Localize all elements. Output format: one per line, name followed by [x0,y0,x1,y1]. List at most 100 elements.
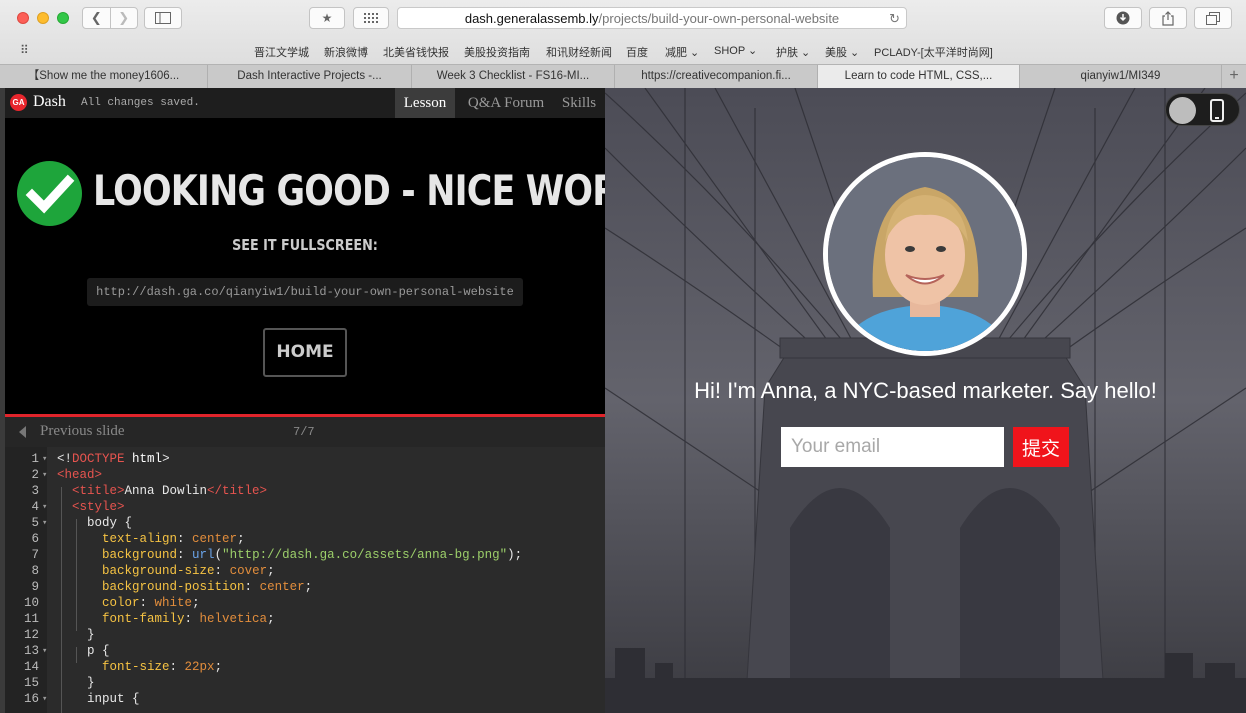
device-view-toggle[interactable] [1165,93,1240,126]
browser-tab[interactable]: Dash Interactive Projects -... [208,65,412,88]
star-icon: ★ [321,11,333,25]
previous-arrow-icon[interactable] [19,426,26,438]
minimize-window-button[interactable] [37,12,49,24]
bookmark-item[interactable]: 百度 [626,44,648,60]
code-line[interactable]: 2 ▾ <head> [5,467,605,483]
code-line[interactable]: 1 ▾ <!DOCTYPE html> [5,451,605,467]
bookmark-item[interactable]: 新浪微博 [324,44,368,60]
code-text: <style> [72,500,125,514]
previous-slide-button[interactable]: Previous slide [40,423,125,440]
bookmark-folder[interactable]: 护肤 ⌄ [776,44,810,60]
dash-header: GA Dash All changes saved. Lesson Q&A Fo… [5,88,605,118]
line-number: 10 [23,596,39,610]
browser-tab[interactable]: Week 3 Checklist - FS16-MI... [412,65,615,88]
tab-lesson[interactable]: Lesson [395,88,455,118]
top-sites-button[interactable] [353,7,389,29]
code-line[interactable]: 14 font-size: 22px; [5,659,605,675]
line-number: 5 [31,516,39,530]
code-line[interactable]: 3 <title>Anna Dowlin</title> [5,483,605,499]
code-line[interactable]: 4 ▾ <style> [5,499,605,515]
submit-button[interactable]: 提交 [1013,427,1069,467]
code-line[interactable]: 15 } [5,675,605,691]
code-line[interactable]: 10 color: white; [5,595,605,611]
browser-chrome: ❮ ❯ ★ dash.generalassemb.ly/projects/bui… [0,0,1246,88]
browser-tab[interactable]: qianyiw1/MI349 [1020,65,1222,88]
line-number: 3 [31,484,39,498]
bookmark-folder[interactable]: 美股 ⌄ [825,44,859,60]
line-number: 15 [23,676,39,690]
browser-tab[interactable]: 【Show me the money1606... [0,65,208,88]
reload-icon[interactable]: ↻ [889,8,900,29]
close-window-button[interactable] [17,12,29,24]
downloads-button[interactable] [1104,7,1142,29]
fold-arrow-icon[interactable]: ▾ [42,467,47,483]
app-title: Dash [33,93,66,110]
line-number: 12 [23,628,39,642]
bookmark-item[interactable]: 美股投资指南 [464,44,530,60]
home-button[interactable]: HOME [263,328,347,377]
code-line[interactable]: 12 } [5,627,605,643]
profile-photo [828,157,1022,351]
code-line[interactable]: 13 ▾ p { [5,643,605,659]
tab-qa-forum[interactable]: Q&A Forum [462,88,550,118]
tab-skills[interactable]: Skills [557,88,601,118]
share-button[interactable] [1149,7,1187,29]
line-number: 14 [23,660,39,674]
favorites-button[interactable]: ★ [309,7,345,29]
code-text: background: url("http://dash.ga.co/asset… [102,548,523,562]
bookmark-folder[interactable]: 减肥 ⌄ [665,44,699,60]
code-line[interactable]: 9 background-position: center; [5,579,605,595]
navigation-buttons: ❮ ❯ [82,7,138,29]
zoom-window-button[interactable] [57,12,69,24]
sidebar-icon [155,12,171,24]
fullscreen-url[interactable]: http://dash.ga.co/qianyiw1/build-your-ow… [87,278,523,306]
browser-toolbar: ❮ ❯ ★ dash.generalassemb.ly/projects/bui… [0,0,1246,38]
fold-arrow-icon[interactable]: ▾ [42,691,47,707]
code-editor[interactable]: 1 ▾ <!DOCTYPE html> 2 ▾ <head> 3 <title>Anna D… [5,447,605,713]
code-text: <title>Anna Dowlin</title> [72,484,268,498]
mobile-phone-icon [1210,99,1224,122]
code-line[interactable]: 7 background: url("http://dash.ga.co/ass… [5,547,605,563]
slide-navigation: Previous slide 7/7 [5,417,605,447]
fold-arrow-icon[interactable]: ▾ [42,515,47,531]
code-line[interactable]: 6 text-align: center; [5,531,605,547]
address-bar[interactable]: dash.generalassemb.ly/projects/build-you… [397,7,907,29]
bookmark-item[interactable]: 和讯财经新闻 [546,44,612,60]
download-icon [1116,11,1130,25]
back-icon[interactable]: ❮ [83,10,110,26]
bookmark-item[interactable]: PCLADY-[太平洋时尚网] [874,44,993,60]
portrait-image [828,157,1022,351]
bookmark-folder[interactable]: SHOP ⌄ [714,44,757,57]
share-icon [1162,10,1174,26]
bookmarks-grid-icon[interactable]: ⠿ [20,43,29,57]
line-number: 2 [31,468,39,482]
code-text: input { [57,692,140,706]
success-headline: LOOKING GOOD - NICE WORK! [93,166,660,215]
success-panel: LOOKING GOOD - NICE WORK! SEE IT FULLSCR… [5,118,660,414]
code-text: font-size: 22px; [102,660,223,674]
code-line[interactable]: 5 ▾ body { [5,515,605,531]
sidebar-button[interactable] [144,7,182,29]
code-text: <!DOCTYPE html> [57,452,170,466]
ga-logo[interactable]: GA [10,94,27,111]
save-status: All changes saved. [81,97,200,109]
fold-arrow-icon[interactable]: ▾ [42,451,47,467]
bookmark-item[interactable]: 晋江文学城 [254,44,309,60]
url-host: dash.generalassemb.ly [464,11,599,26]
browser-tab-active[interactable]: Learn to code HTML, CSS,... [818,65,1020,88]
code-text: <head> [57,468,103,482]
email-field[interactable] [781,427,1004,467]
code-line[interactable]: 16 ▾ input { [5,691,605,707]
fullscreen-label: SEE IT FULLSCREEN: [232,236,378,254]
code-line[interactable]: 8 background-size: cover; [5,563,605,579]
fold-arrow-icon[interactable]: ▾ [42,643,47,659]
code-text: body { [57,516,133,530]
browser-tab[interactable]: https://creativecompanion.fi... [615,65,818,88]
code-line[interactable]: 11 font-family: helvetica; [5,611,605,627]
new-tab-button[interactable]: + [1222,65,1246,88]
bookmark-item[interactable]: 北美省钱快报 [383,44,449,60]
line-number: 9 [31,580,39,594]
fold-arrow-icon[interactable]: ▾ [42,499,47,515]
show-tabs-button[interactable] [1194,7,1232,29]
forward-icon[interactable]: ❯ [110,10,137,26]
